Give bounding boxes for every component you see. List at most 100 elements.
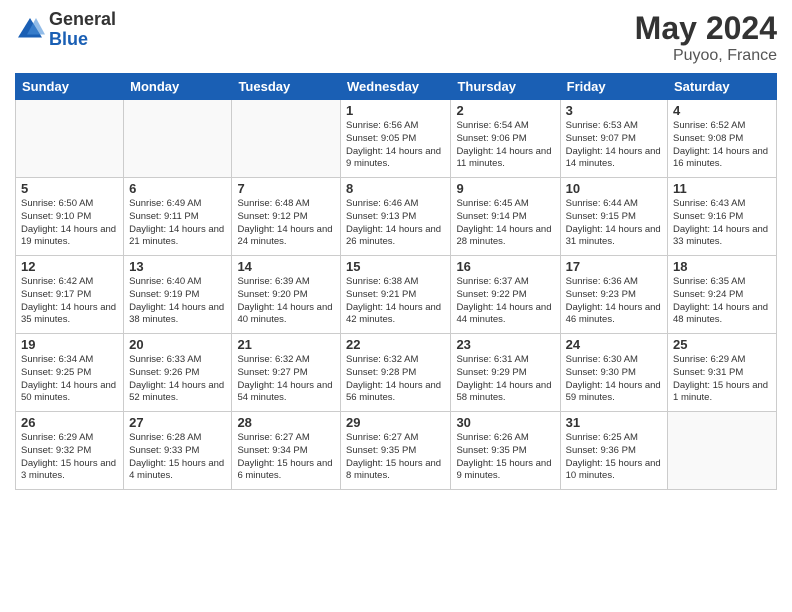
day-info: Sunrise: 6:50 AM Sunset: 9:10 PM Dayligh… [21,198,118,249]
logo-text: General Blue [49,10,116,50]
day-info: Sunrise: 6:25 AM Sunset: 9:36 PM Dayligh… [566,432,662,483]
calendar-cell: 28Sunrise: 6:27 AM Sunset: 9:34 PM Dayli… [232,412,341,490]
day-info: Sunrise: 6:49 AM Sunset: 9:11 PM Dayligh… [129,198,226,249]
day-number: 11 [673,181,771,196]
logo-icon [15,15,45,45]
calendar-cell: 14 Sunrise: 6:39 AM Sunset: 9:20 PM Dayli… [232,256,341,334]
day-number: 1 [346,103,445,118]
header: General Blue May 2024 Puyoo, France [15,10,777,65]
calendar-cell: 24 Sunrise: 6:30 AM Sunset: 9:30 PM Dayli… [560,334,667,412]
day-info: Sunrise: 6:44 AM Sunset: 9:15 PM Dayligh… [566,198,662,249]
day-number: 8 [346,181,445,196]
day-info: Sunrise: 6:26 AM Sunset: 9:35 PM Dayligh… [456,432,554,483]
day-number: 24 [566,337,662,352]
day-info: Sunrise: 6:32 AM Sunset: 9:27 PM Dayligh… [237,354,335,405]
title-month: May 2024 [635,10,777,47]
title-location: Puyoo, France [635,47,777,65]
day-info: Sunrise: 6:27 AM Sunset: 9:35 PM Dayligh… [346,432,445,483]
header-thursday: Thursday [451,74,560,100]
day-info: Sunrise: 6:48 AM Sunset: 9:12 PM Dayligh… [237,198,335,249]
calendar-week-1: 1 Sunrise: 6:56 AM Sunset: 9:05 PM Daylig… [16,100,777,178]
day-number: 5 [21,181,118,196]
day-number: 26 [21,415,118,430]
day-info: Sunrise: 6:54 AM Sunset: 9:06 PM Dayligh… [456,120,554,171]
calendar-cell: 19Sunrise: 6:34 AM Sunset: 9:25 PM Dayli… [16,334,124,412]
day-info: Sunrise: 6:46 AM Sunset: 9:13 PM Dayligh… [346,198,445,249]
calendar-cell [668,412,777,490]
day-number: 2 [456,103,554,118]
header-saturday: Saturday [668,74,777,100]
calendar-cell: 31Sunrise: 6:25 AM Sunset: 9:36 PM Dayli… [560,412,667,490]
day-number: 18 [673,259,771,274]
calendar-cell: 3Sunrise: 6:53 AM Sunset: 9:07 PM Daylig… [560,100,667,178]
calendar-cell: 16 Sunrise: 6:37 AM Sunset: 9:22 PM Dayli… [451,256,560,334]
calendar-cell: 2 Sunrise: 6:54 AM Sunset: 9:06 PM Daylig… [451,100,560,178]
day-number: 13 [129,259,226,274]
calendar-week-2: 5 Sunrise: 6:50 AM Sunset: 9:10 PM Daylig… [16,178,777,256]
day-info: Sunrise: 6:31 AM Sunset: 9:29 PM Dayligh… [456,354,554,405]
day-info: Sunrise: 6:37 AM Sunset: 9:22 PM Dayligh… [456,276,554,327]
day-info: Sunrise: 6:45 AM Sunset: 9:14 PM Dayligh… [456,198,554,249]
weekday-header-row: Sunday Monday Tuesday Wednesday Thursday… [16,74,777,100]
day-info: Sunrise: 6:56 AM Sunset: 9:05 PM Dayligh… [346,120,445,171]
logo-blue-text: Blue [49,30,116,50]
day-number: 21 [237,337,335,352]
calendar-cell: 27 Sunrise: 6:28 AM Sunset: 9:33 PM Dayli… [124,412,232,490]
calendar-week-4: 19Sunrise: 6:34 AM Sunset: 9:25 PM Dayli… [16,334,777,412]
day-info: Sunrise: 6:52 AM Sunset: 9:08 PM Dayligh… [673,120,771,171]
calendar-cell [232,100,341,178]
day-info: Sunrise: 6:28 AM Sunset: 9:33 PM Dayligh… [129,432,226,483]
day-info: Sunrise: 6:29 AM Sunset: 9:31 PM Dayligh… [673,354,771,405]
day-number: 14 [237,259,335,274]
calendar-cell: 1 Sunrise: 6:56 AM Sunset: 9:05 PM Daylig… [341,100,451,178]
calendar-cell: 7 Sunrise: 6:48 AM Sunset: 9:12 PM Daylig… [232,178,341,256]
calendar-cell: 13 Sunrise: 6:40 AM Sunset: 9:19 PM Dayli… [124,256,232,334]
day-number: 30 [456,415,554,430]
calendar-cell: 29Sunrise: 6:27 AM Sunset: 9:35 PM Dayli… [341,412,451,490]
calendar-cell: 8 Sunrise: 6:46 AM Sunset: 9:13 PM Daylig… [341,178,451,256]
calendar-cell: 18 Sunrise: 6:35 AM Sunset: 9:24 PM Dayli… [668,256,777,334]
calendar-cell: 21 Sunrise: 6:32 AM Sunset: 9:27 PM Dayli… [232,334,341,412]
calendar-cell: 9Sunrise: 6:45 AM Sunset: 9:14 PM Daylig… [451,178,560,256]
calendar-cell: 25 Sunrise: 6:29 AM Sunset: 9:31 PM Dayli… [668,334,777,412]
calendar-week-3: 12 Sunrise: 6:42 AM Sunset: 9:17 PM Dayli… [16,256,777,334]
calendar-cell: 26 Sunrise: 6:29 AM Sunset: 9:32 PM Dayli… [16,412,124,490]
calendar-cell: 12 Sunrise: 6:42 AM Sunset: 9:17 PM Dayli… [16,256,124,334]
day-info: Sunrise: 6:35 AM Sunset: 9:24 PM Dayligh… [673,276,771,327]
day-number: 27 [129,415,226,430]
title-block: May 2024 Puyoo, France [635,10,777,65]
calendar-cell: 5 Sunrise: 6:50 AM Sunset: 9:10 PM Daylig… [16,178,124,256]
day-info: Sunrise: 6:53 AM Sunset: 9:07 PM Dayligh… [566,120,662,171]
day-number: 28 [237,415,335,430]
logo: General Blue [15,10,116,50]
day-info: Sunrise: 6:40 AM Sunset: 9:19 PM Dayligh… [129,276,226,327]
day-info: Sunrise: 6:39 AM Sunset: 9:20 PM Dayligh… [237,276,335,327]
day-info: Sunrise: 6:32 AM Sunset: 9:28 PM Dayligh… [346,354,445,405]
calendar-table: Sunday Monday Tuesday Wednesday Thursday… [15,73,777,490]
day-number: 4 [673,103,771,118]
day-info: Sunrise: 6:43 AM Sunset: 9:16 PM Dayligh… [673,198,771,249]
day-number: 22 [346,337,445,352]
page: General Blue May 2024 Puyoo, France Sund… [0,0,792,612]
calendar-cell: 22 Sunrise: 6:32 AM Sunset: 9:28 PM Dayli… [341,334,451,412]
day-info: Sunrise: 6:29 AM Sunset: 9:32 PM Dayligh… [21,432,118,483]
calendar-cell: 23Sunrise: 6:31 AM Sunset: 9:29 PM Dayli… [451,334,560,412]
day-info: Sunrise: 6:38 AM Sunset: 9:21 PM Dayligh… [346,276,445,327]
day-number: 10 [566,181,662,196]
day-info: Sunrise: 6:36 AM Sunset: 9:23 PM Dayligh… [566,276,662,327]
header-wednesday: Wednesday [341,74,451,100]
calendar-cell: 10 Sunrise: 6:44 AM Sunset: 9:15 PM Dayli… [560,178,667,256]
header-tuesday: Tuesday [232,74,341,100]
day-number: 12 [21,259,118,274]
calendar-cell [124,100,232,178]
calendar-cell: 30 Sunrise: 6:26 AM Sunset: 9:35 PM Dayli… [451,412,560,490]
day-number: 17 [566,259,662,274]
logo-general: General [49,10,116,30]
day-number: 25 [673,337,771,352]
day-number: 7 [237,181,335,196]
day-number: 16 [456,259,554,274]
day-info: Sunrise: 6:30 AM Sunset: 9:30 PM Dayligh… [566,354,662,405]
calendar-cell: 20Sunrise: 6:33 AM Sunset: 9:26 PM Dayli… [124,334,232,412]
day-info: Sunrise: 6:42 AM Sunset: 9:17 PM Dayligh… [21,276,118,327]
calendar-cell: 17 Sunrise: 6:36 AM Sunset: 9:23 PM Dayli… [560,256,667,334]
